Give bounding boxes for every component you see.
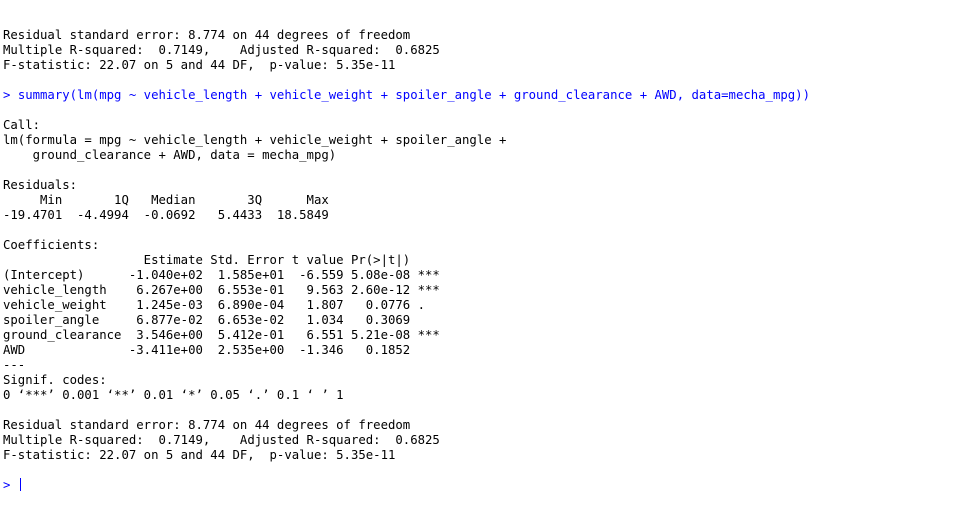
- prev-r-squared-line: Multiple R-squared: 0.7149, Adjusted R-s…: [3, 43, 448, 57]
- call-formula-line-1: lm(formula = mpg ~ vehicle_length + vehi…: [3, 133, 514, 147]
- command-line: > summary(lm(mpg ~ vehicle_length + vehi…: [3, 88, 956, 103]
- residual-se-line: Residual standard error: 8.774 on 44 deg…: [3, 418, 411, 432]
- r-squared-line: Multiple R-squared: 0.7149, Adjusted R-s…: [3, 433, 448, 447]
- coefficient-row-vehicle-weight: vehicle_weight 1.245e-03 6.890e-04 1.807…: [3, 298, 440, 312]
- f-statistic-line: F-statistic: 22.07 on 5 and 44 DF, p-val…: [3, 448, 396, 462]
- coefficient-row-vehicle-length: vehicle_length 6.267e+00 6.553e-01 9.563…: [3, 283, 440, 297]
- call-formula-line-2: ground_clearance + AWD, data = mecha_mpg…: [3, 148, 337, 162]
- command-text: summary(lm(mpg ~ vehicle_length + vehicl…: [17, 88, 810, 102]
- coefficients-column-header: Estimate Std. Error t value Pr(>|t|): [3, 253, 440, 267]
- coefficient-row-intercept: (Intercept) -1.040e+02 1.585e+01 -6.559 …: [3, 268, 440, 282]
- prev-residual-se-line: Residual standard error: 8.774 on 44 deg…: [3, 28, 411, 42]
- prev-f-statistic-line: F-statistic: 22.07 on 5 and 44 DF, p-val…: [3, 58, 396, 72]
- r-console[interactable]: Residual standard error: 8.774 on 44 deg…: [0, 0, 956, 492]
- residuals-values: -19.4701 -4.4994 -0.0692 5.4433 18.5849: [3, 208, 337, 222]
- coefficients-header: Coefficients:: [3, 238, 100, 252]
- coefficient-row-spoiler-angle: spoiler_angle 6.877e-02 6.653e-02 1.034 …: [3, 313, 440, 327]
- call-header: Call:: [3, 118, 41, 132]
- coefficient-row-awd: AWD -3.411e+00 2.535e+00 -1.346 0.1852: [3, 343, 440, 357]
- signif-codes-header: Signif. codes:: [3, 373, 122, 387]
- residuals-labels: Min 1Q Median 3Q Max: [3, 193, 337, 207]
- next-prompt-symbol: >: [3, 478, 11, 492]
- coefficients-separator: ---: [3, 358, 26, 372]
- input-line[interactable]: >: [3, 478, 956, 493]
- coefficient-row-ground-clearance: ground_clearance 3.546e+00 5.412e-01 6.5…: [3, 328, 440, 342]
- residuals-header: Residuals:: [3, 178, 78, 192]
- prompt-symbol: >: [3, 88, 11, 102]
- signif-codes-legend: 0 ‘***’ 0.001 ‘**’ 0.01 ‘*’ 0.05 ‘.’ 0.1…: [3, 388, 344, 402]
